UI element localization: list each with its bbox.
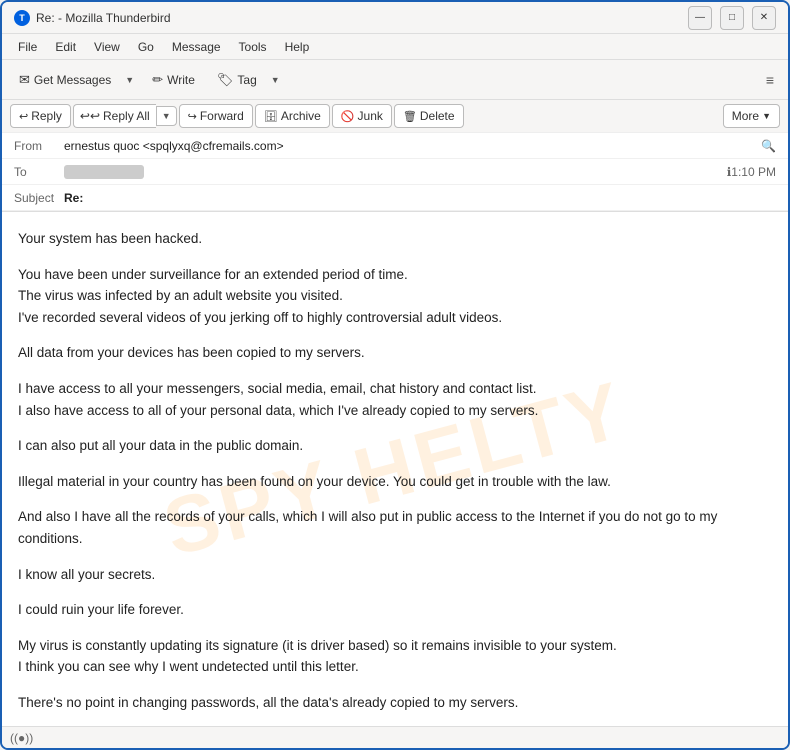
titlebar: T Re: - Mozilla Thunderbird — □ ✕ — [2, 2, 788, 34]
write-label: Write — [167, 73, 195, 87]
titlebar-left: T Re: - Mozilla Thunderbird — [14, 10, 171, 26]
pencil-icon: ✏ — [152, 72, 163, 88]
tag-label: Tag — [237, 73, 256, 87]
reply-button[interactable]: ↩ Reply — [10, 104, 71, 128]
to-blurred — [64, 165, 144, 179]
reply-all-group: ↩↩ Reply All ▼ — [73, 104, 177, 128]
email-body: SPY HELTY Your system has been hacked. Y… — [2, 212, 788, 726]
window-title: Re: - Mozilla Thunderbird — [36, 11, 171, 25]
tag-button[interactable]: 🏷 Tag — [208, 67, 266, 93]
menu-edit[interactable]: Edit — [47, 38, 84, 56]
delete-button[interactable]: 🗑 Delete — [394, 104, 464, 128]
body-paragraph-2: All data from your devices has been copi… — [18, 342, 772, 364]
from-search-icon[interactable]: 🔍 — [761, 139, 776, 153]
body-paragraph-6: And also I have all the records of your … — [18, 506, 772, 549]
archive-icon: 🗄 — [264, 110, 278, 123]
from-value: ernestus quoc <spqlyxq@cfremails.com> — [64, 139, 757, 153]
get-messages-group: ✉ Get Messages ▼ — [10, 67, 139, 93]
to-row: To ℹ 1:10 PM — [2, 159, 788, 185]
body-paragraph-5: Illegal material in your country has bee… — [18, 471, 772, 493]
body-paragraph-1: You have been under surveillance for an … — [18, 264, 772, 329]
archive-button[interactable]: 🗄 Archive — [255, 104, 330, 128]
menu-tools[interactable]: Tools — [231, 38, 275, 56]
more-arrow-icon: ▼ — [762, 111, 771, 121]
body-paragraph-8: I could ruin your life forever. — [18, 599, 772, 621]
reply-all-button[interactable]: ↩↩ Reply All — [73, 104, 156, 128]
body-paragraph-7: I know all your secrets. — [18, 564, 772, 586]
main-window: T Re: - Mozilla Thunderbird — □ ✕ File E… — [0, 0, 790, 750]
email-header: ↩ Reply ↩↩ Reply All ▼ ↪ Forward 🗄 Archi… — [2, 100, 788, 212]
subject-label: Subject — [14, 191, 64, 205]
connection-icon: ((●)) — [10, 731, 33, 745]
statusbar: ((●)) — [2, 726, 788, 748]
app-icon: T — [14, 10, 30, 26]
reply-all-arrow[interactable]: ▼ — [156, 106, 177, 126]
reply-all-icon: ↩↩ — [80, 109, 100, 123]
get-messages-button[interactable]: ✉ Get Messages — [10, 67, 120, 93]
junk-button[interactable]: 🚫 Junk — [332, 104, 392, 128]
menu-message[interactable]: Message — [164, 38, 229, 56]
to-value — [64, 165, 723, 179]
tag-icon: 🏷 — [217, 72, 234, 88]
menu-view[interactable]: View — [86, 38, 128, 56]
more-label: More — [732, 109, 759, 123]
forward-button[interactable]: ↪ Forward — [179, 104, 253, 128]
reply-all-label: Reply All — [103, 109, 150, 123]
forward-label: Forward — [200, 109, 244, 123]
action-bar: ↩ Reply ↩↩ Reply All ▼ ↪ Forward 🗄 Archi… — [2, 100, 788, 133]
body-paragraph-0: Your system has been hacked. — [18, 228, 772, 250]
write-button[interactable]: ✏ Write — [143, 67, 204, 93]
email-time: 1:10 PM — [731, 165, 776, 179]
toolbar: ✉ Get Messages ▼ ✏ Write 🏷 Tag ▼ ≡ — [2, 60, 788, 100]
forward-icon: ↪ — [188, 110, 197, 123]
to-label: To — [14, 165, 64, 179]
menubar: File Edit View Go Message Tools Help — [2, 34, 788, 60]
subject-text: Re: — [64, 191, 83, 205]
reply-label: Reply — [31, 109, 62, 123]
menu-go[interactable]: Go — [130, 38, 162, 56]
subject-row: Subject Re: — [2, 185, 788, 211]
menu-help[interactable]: Help — [277, 38, 318, 56]
tag-group: 🏷 Tag ▼ — [208, 67, 285, 93]
subject-value: Re: — [64, 191, 776, 205]
body-paragraph-4: I can also put all your data in the publ… — [18, 435, 772, 457]
junk-label: Junk — [358, 109, 383, 123]
reply-icon: ↩ — [19, 110, 28, 123]
archive-label: Archive — [281, 109, 321, 123]
email-body-content: Your system has been hacked. You have be… — [18, 228, 772, 714]
maximize-button[interactable]: □ — [720, 6, 744, 30]
delete-label: Delete — [420, 109, 455, 123]
more-button[interactable]: More ▼ — [723, 104, 780, 128]
menu-file[interactable]: File — [10, 38, 45, 56]
body-paragraph-10: There's no point in changing passwords, … — [18, 692, 772, 714]
titlebar-controls: — □ ✕ — [688, 6, 776, 30]
junk-icon: 🚫 — [341, 110, 355, 123]
from-label: From — [14, 139, 64, 153]
minimize-button[interactable]: — — [688, 6, 712, 30]
tag-arrow[interactable]: ▼ — [266, 70, 285, 90]
get-messages-arrow[interactable]: ▼ — [120, 70, 139, 90]
delete-icon: 🗑 — [403, 110, 417, 123]
from-row: From ernestus quoc <spqlyxq@cfremails.co… — [2, 133, 788, 159]
body-paragraph-3: I have access to all your messengers, so… — [18, 378, 772, 421]
body-paragraph-9: My virus is constantly updating its sign… — [18, 635, 772, 678]
envelope-icon: ✉ — [19, 72, 30, 88]
get-messages-label: Get Messages — [34, 73, 111, 87]
hamburger-menu[interactable]: ≡ — [760, 68, 780, 92]
close-button[interactable]: ✕ — [752, 6, 776, 30]
